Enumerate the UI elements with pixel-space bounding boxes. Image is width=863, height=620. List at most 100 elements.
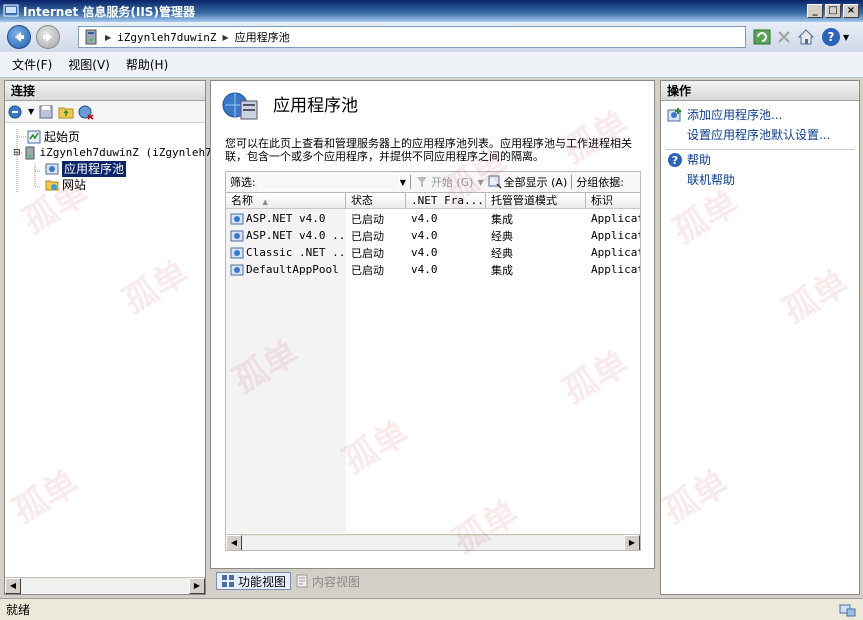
- cell-dotnet: v4.0: [411, 263, 438, 276]
- cell-pipeline: 集成: [491, 263, 513, 277]
- app-pool-icon: [230, 264, 244, 275]
- table-row[interactable]: ASP.NET v4.0 已启动 v4.0 集成 Applicat: [226, 210, 640, 227]
- action-set-defaults[interactable]: 设置应用程序池默认设置...: [667, 126, 830, 144]
- cell-identity: Applicat: [591, 246, 641, 259]
- menu-help[interactable]: 帮助(H): [126, 56, 168, 73]
- scroll-track[interactable]: [21, 578, 189, 593]
- sites-icon: [45, 180, 59, 191]
- action-label: 帮助: [687, 153, 712, 167]
- table-horizontal-scrollbar[interactable]: ◀ ▶: [226, 534, 640, 550]
- table-row[interactable]: Classic .NET ... 已启动 v4.0 经典 Applicat: [226, 244, 641, 261]
- close-button[interactable]: ×: [843, 4, 859, 18]
- iis-app-icon: [3, 4, 19, 17]
- tree-node-app-pools[interactable]: 应用程序池: [45, 161, 127, 177]
- cell-identity: Applicat: [591, 229, 641, 242]
- tree-node-sites[interactable]: 网站: [45, 177, 86, 193]
- tab-features-view[interactable]: 功能视图: [216, 572, 292, 590]
- svg-text:?: ?: [672, 154, 678, 167]
- group-by-label[interactable]: 分组依据:: [576, 174, 624, 190]
- action-label: 设置应用程序池默认设置...: [687, 128, 831, 142]
- scroll-track[interactable]: [242, 535, 624, 550]
- connections-tree: 起始页 ⊟ iZgynleh7duwinZ (iZgynleh7 应用程序池 网…: [5, 123, 212, 573]
- app-pool-icon: [230, 247, 244, 258]
- cell-status: 已启动: [351, 212, 384, 226]
- chevron-down-icon: ▼: [843, 32, 850, 42]
- tab-label: 内容视图: [312, 574, 361, 589]
- maximize-button[interactable]: □: [825, 4, 841, 18]
- up-folder-icon[interactable]: [58, 104, 74, 120]
- app-pool-icon: [230, 230, 244, 241]
- cell-name: ASP.NET v4.0: [226, 212, 346, 226]
- separator: [571, 175, 573, 189]
- features-view-icon: [222, 575, 234, 587]
- help-dropdown[interactable]: ? ▼: [822, 28, 849, 46]
- scroll-left-button[interactable]: ◀: [5, 577, 21, 594]
- app-pool-large-icon: [222, 92, 258, 120]
- column-label: 名称: [231, 194, 253, 207]
- table-row[interactable]: DefaultAppPool 已启动 v4.0 集成 Applicat: [226, 261, 641, 278]
- tree-node-start-page[interactable]: 起始页: [27, 129, 80, 145]
- actions-separator: [665, 149, 855, 150]
- scroll-left-button[interactable]: ◀: [226, 534, 242, 550]
- connections-title: 连接: [5, 81, 205, 101]
- separator: [409, 175, 411, 189]
- column-header-identity[interactable]: 标识: [586, 193, 640, 209]
- menu-file[interactable]: 文件(F): [12, 56, 52, 73]
- save-icon[interactable]: [38, 104, 54, 120]
- scroll-right-button[interactable]: ▶: [189, 577, 205, 594]
- column-header-pipeline[interactable]: 托管管道模式: [486, 193, 586, 209]
- cell-pipeline: 经典: [491, 246, 513, 260]
- connect-icon[interactable]: [8, 104, 24, 120]
- breadcrumb-separator: ▶: [222, 32, 229, 42]
- action-label: 添加应用程序池...: [687, 108, 783, 122]
- address-toolbar: ▶ iZgynleh7duwinZ ▶ 应用程序池 ? ▼: [0, 22, 863, 52]
- cell-text: ASP.NET v4.0: [246, 212, 326, 225]
- show-all-button[interactable]: 全部显示 (A): [504, 174, 568, 190]
- column-header-dotnet[interactable]: .NET Fra...: [406, 193, 486, 209]
- action-add-app-pool[interactable]: 添加应用程序池...: [667, 106, 782, 124]
- table-row[interactable]: ASP.NET v4.0 ... 已启动 v4.0 经典 Applicat: [226, 227, 641, 244]
- cell-pipeline: 集成: [491, 212, 513, 226]
- chevron-down-icon[interactable]: ▼: [400, 178, 406, 187]
- column-header-status[interactable]: 状态: [346, 193, 406, 209]
- collapse-icon[interactable]: ⊟: [13, 145, 21, 161]
- tree-node-server[interactable]: ⊟ iZgynleh7duwinZ (iZgynleh7: [13, 145, 212, 161]
- tab-content-view[interactable]: 内容视图: [291, 572, 364, 590]
- stop-icon[interactable]: [775, 28, 793, 46]
- home-icon[interactable]: [797, 28, 815, 46]
- filter-input[interactable]: [259, 174, 400, 190]
- scroll-right-button[interactable]: ▶: [624, 534, 640, 550]
- page-title: 应用程序池: [273, 96, 358, 116]
- menu-view[interactable]: 视图(V): [68, 56, 110, 73]
- back-button[interactable]: [7, 25, 31, 49]
- action-help[interactable]: ? 帮助: [667, 151, 711, 169]
- start-filter-button[interactable]: 开始 (G): [431, 174, 474, 190]
- column-header-name[interactable]: 名称 ▲: [226, 193, 346, 209]
- cell-status: 已启动: [351, 246, 384, 260]
- cell-name: ASP.NET v4.0 ...: [226, 229, 346, 243]
- tab-label: 功能视图: [238, 574, 287, 589]
- cell-text: ASP.NET v4.0 ...: [246, 229, 346, 242]
- window-title: Internet 信息服务(IIS)管理器: [23, 4, 195, 19]
- address-field[interactable]: ▶ iZgynleh7duwinZ ▶ 应用程序池: [78, 26, 746, 48]
- breadcrumb-app-pools[interactable]: 应用程序池: [235, 29, 290, 45]
- forward-button[interactable]: [36, 25, 60, 49]
- content-view-icon: [296, 574, 308, 588]
- disconnect-icon[interactable]: [78, 104, 94, 120]
- tree-horizontal-scrollbar[interactable]: ◀ ▶: [5, 577, 205, 594]
- app-pool-icon: [45, 163, 59, 175]
- breadcrumb-server[interactable]: iZgynleh7duwinZ: [117, 31, 216, 44]
- view-tabs: 功能视图 内容视图: [216, 572, 364, 590]
- action-online-help[interactable]: 联机帮助: [667, 171, 735, 189]
- refresh-icon[interactable]: [753, 28, 771, 46]
- cell-pipeline: 经典: [491, 229, 513, 243]
- chevron-down-icon[interactable]: ▼: [28, 107, 34, 116]
- cell-dotnet: v4.0: [411, 246, 438, 259]
- breadcrumb-separator: ▶: [105, 32, 112, 42]
- add-app-pool-icon: [667, 108, 681, 122]
- connections-panel: 连接 ▼ 起始页 ⊟ iZgynleh7duwinZ (iZgynleh7 应用…: [4, 80, 212, 595]
- minimize-button[interactable]: _: [807, 4, 823, 18]
- cell-identity: Applicat: [591, 263, 641, 276]
- actions-title: 操作: [661, 81, 859, 101]
- app-pool-icon: [230, 213, 244, 224]
